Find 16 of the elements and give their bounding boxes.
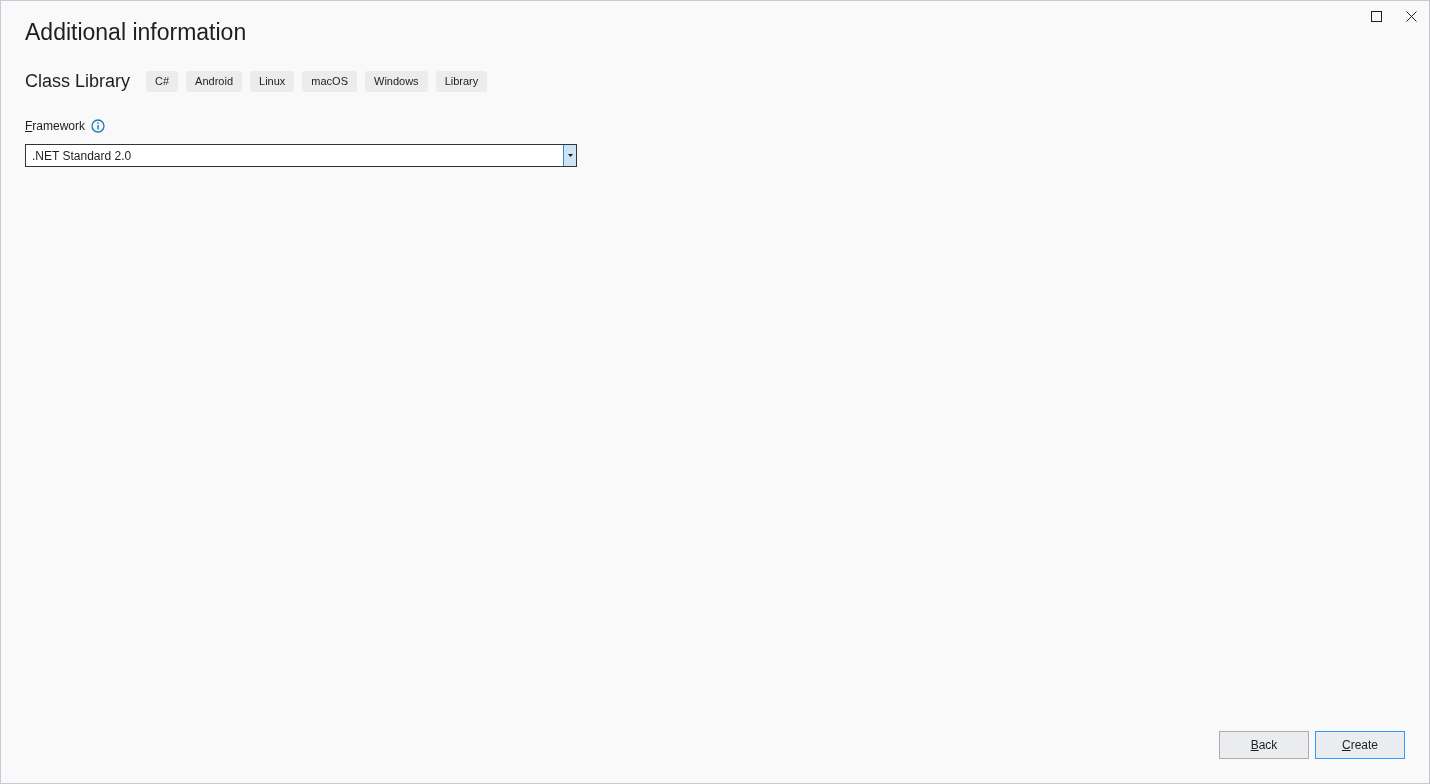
tag: macOS <box>302 71 357 92</box>
framework-label: Framework <box>25 118 86 135</box>
maximize-icon[interactable] <box>1371 10 1382 22</box>
caret-icon <box>567 154 573 157</box>
window-title: Additional information <box>25 18 247 47</box>
close-icon[interactable] <box>1406 10 1417 22</box>
framework-dropdown[interactable]: .NET Standard 2.0 <box>25 144 577 167</box>
tag: Library <box>435 71 488 92</box>
info-icon[interactable] <box>91 119 106 133</box>
dialog-button[interactable]: Back <box>1219 731 1309 759</box>
tag: Windows <box>365 71 428 92</box>
dialog-button[interactable]: Create <box>1315 731 1405 759</box>
tag: Linux <box>250 71 295 92</box>
template-name: Class Library <box>25 70 131 93</box>
tag: C# <box>146 71 179 92</box>
tag: Android <box>186 71 242 92</box>
